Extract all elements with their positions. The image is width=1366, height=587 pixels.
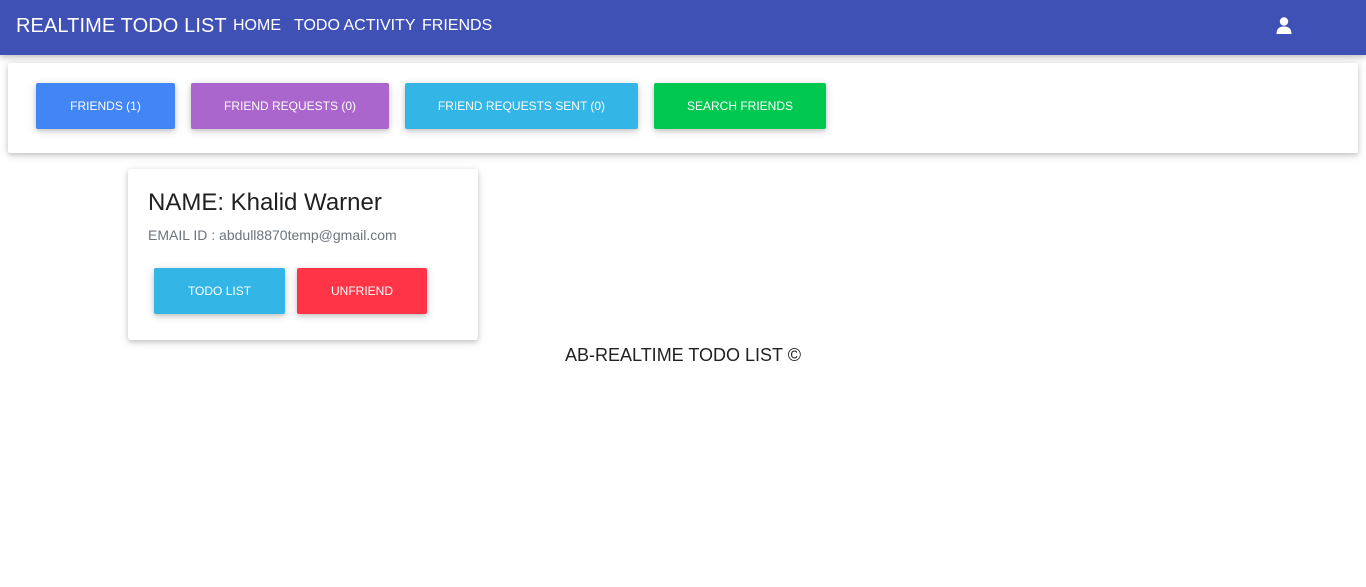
user-icon[interactable] (1276, 17, 1292, 34)
nav-link-todo-activity[interactable]: TODO ACTIVITY (294, 17, 416, 35)
nav-link-friends[interactable]: FRIENDS (422, 17, 492, 35)
unfriend-button[interactable]: UNFRIEND (297, 268, 427, 314)
brand-title[interactable]: REALTIME TODO LIST (16, 15, 227, 38)
friends-button[interactable]: FRIENDS (1) (36, 83, 175, 129)
friend-name: NAME: Khalid Warner (148, 189, 382, 216)
search-friends-button[interactable]: SEARCH FRIENDS (654, 83, 826, 129)
friend-email: EMAIL ID : abdull8870temp@gmail.com (148, 227, 397, 243)
friend-requests-button[interactable]: FRIEND REQUESTS (0) (191, 83, 389, 129)
friends-toolbar-card: FRIENDS (1) FRIEND REQUESTS (0) FRIEND R… (8, 63, 1358, 153)
nav-link-home[interactable]: HOME (233, 17, 281, 35)
friend-requests-sent-button[interactable]: FRIEND REQUESTS SENT (0) (405, 83, 638, 129)
top-navbar: REALTIME TODO LIST HOME TODO ACTIVITY FR… (0, 0, 1366, 55)
todo-list-button[interactable]: TODO LIST (154, 268, 285, 314)
footer-text: AB-REALTIME TODO LIST © (565, 345, 801, 365)
friend-card: NAME: Khalid Warner EMAIL ID : abdull887… (128, 169, 478, 340)
